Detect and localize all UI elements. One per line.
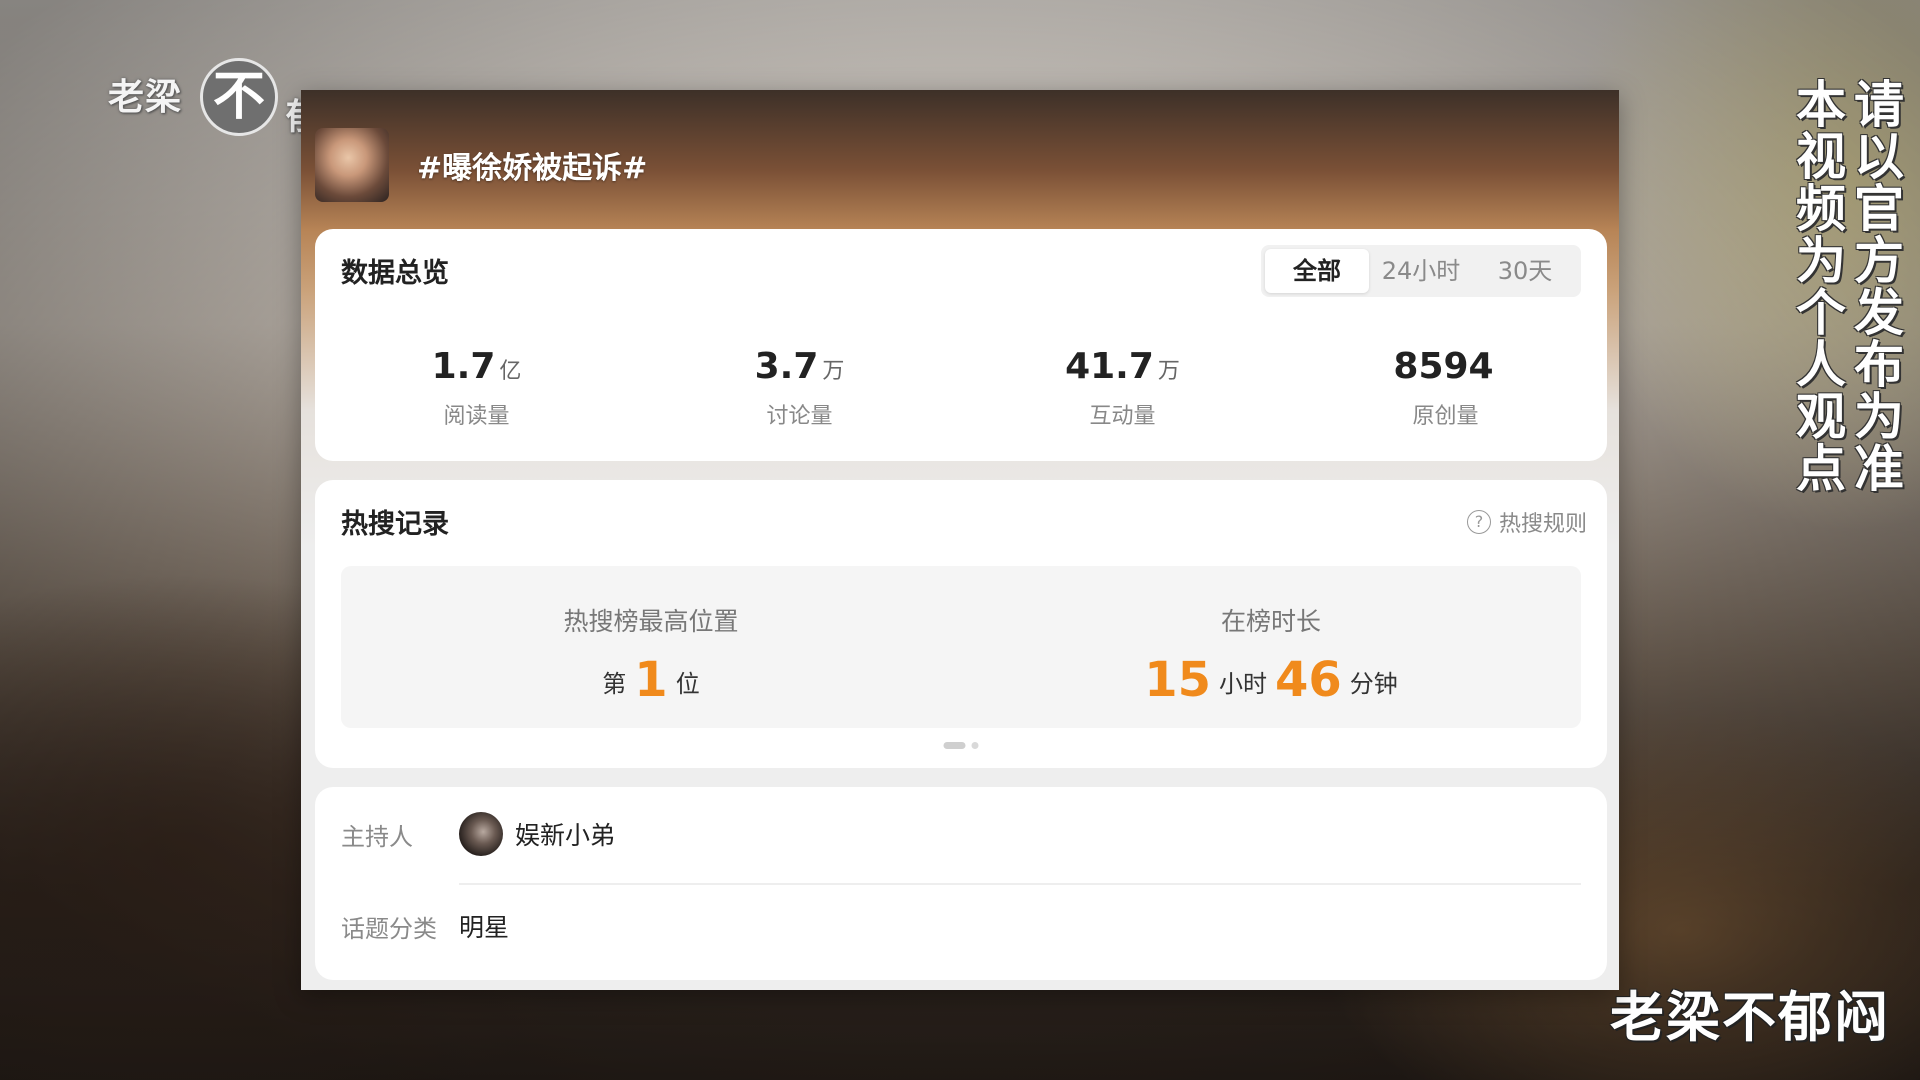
avatar[interactable] <box>459 812 503 856</box>
duration-hours: 15 <box>1144 652 1211 708</box>
divider <box>459 883 1581 885</box>
stat-label: 讨论量 <box>766 404 833 429</box>
host-row: 主持人 娱新小弟 <box>341 809 1581 859</box>
topic-page: #曝徐娇被起诉# 数据总览 全部 24小时 30天 1.7 亿 阅读量 3.7 万 … <box>301 90 1619 990</box>
stat-value: 3.7 <box>754 346 819 387</box>
peak-prefix: 第 <box>602 670 627 698</box>
stat-label: 阅读量 <box>443 404 510 429</box>
peak-rank: 热搜榜最高位置 第1位 <box>341 566 961 728</box>
disclaimer-col-1: 请以官方发布为准 <box>1846 78 1904 494</box>
category-row: 话题分类 明星 <box>341 901 1581 951</box>
on-list-duration: 在榜时长 15 小时 46 分钟 <box>961 566 1581 728</box>
hours-unit: 小时 <box>1219 670 1267 698</box>
stat-label: 互动量 <box>1089 404 1156 429</box>
peak-rank-value: 1 <box>634 652 668 708</box>
stat-originals: 8594 原创量 <box>1284 347 1607 430</box>
stat-interactions: 41.7 万 互动量 <box>961 347 1284 430</box>
tab-all[interactable]: 全部 <box>1265 249 1369 293</box>
stats-row: 1.7 亿 阅读量 3.7 万 讨论量 41.7 万 互动量 8594 原创量 <box>315 347 1607 430</box>
logo-circle-text: 不 <box>212 67 265 127</box>
host-name[interactable]: 娱新小弟 <box>515 816 615 852</box>
host-label: 主持人 <box>341 822 413 851</box>
stat-value: 1.7 <box>431 346 496 387</box>
indicator-active <box>943 742 966 749</box>
tab-30d[interactable]: 30天 <box>1473 249 1577 293</box>
stat-value: 8594 <box>1393 346 1494 387</box>
topic-info-card: 主持人 娱新小弟 话题分类 明星 <box>315 787 1607 980</box>
topic-avatar[interactable] <box>315 128 389 202</box>
stat-value: 41.7 <box>1065 346 1154 387</box>
watermark: 老梁不郁闷 <box>1610 986 1890 1049</box>
category-value: 明星 <box>459 913 510 942</box>
logo-text-left: 老梁 <box>108 77 183 118</box>
hot-search-rules-link[interactable]: ? 热搜规则 <box>1466 506 1587 538</box>
vertical-disclaimer: 请以官方发布为准 本视频为个人观点 <box>1788 78 1904 494</box>
peak-rank-label: 热搜榜最高位置 <box>563 607 739 636</box>
category-label: 话题分类 <box>341 914 437 943</box>
minutes-unit: 分钟 <box>1349 670 1398 698</box>
question-circle-icon: ? <box>1466 510 1491 534</box>
hot-search-card: 热搜记录 ? 热搜规则 热搜榜最高位置 第1位 在榜时长 15 小时 46 分钟 <box>315 480 1607 768</box>
data-overview-card: 数据总览 全部 24小时 30天 1.7 亿 阅读量 3.7 万 讨论量 41.7 万… <box>315 229 1607 461</box>
topic-header: #曝徐娇被起诉# <box>315 128 647 202</box>
stat-unit: 亿 <box>499 359 522 384</box>
stat-reads: 1.7 亿 阅读量 <box>315 347 638 430</box>
duration-label: 在榜时长 <box>1220 607 1321 636</box>
peak-suffix: 位 <box>675 670 700 698</box>
duration-minutes: 46 <box>1275 652 1342 708</box>
hot-search-title: 热搜记录 <box>341 509 449 540</box>
stat-label: 原创量 <box>1412 404 1479 429</box>
tab-24h[interactable]: 24小时 <box>1369 249 1473 293</box>
stat-unit: 万 <box>822 359 845 384</box>
topic-title: #曝徐娇被起诉# <box>417 151 648 186</box>
stat-unit: 万 <box>1157 359 1180 384</box>
overview-title: 数据总览 <box>341 258 449 289</box>
carousel-indicator <box>943 742 979 749</box>
hot-search-record: 热搜榜最高位置 第1位 在榜时长 15 小时 46 分钟 <box>341 566 1581 728</box>
disclaimer-col-2: 本视频为个人观点 <box>1788 78 1846 494</box>
rules-label: 热搜规则 <box>1498 512 1587 537</box>
indicator-dot <box>971 742 979 749</box>
logo-circle: 不 <box>200 58 278 136</box>
time-range-tabs: 全部 24小时 30天 <box>1261 245 1581 297</box>
stat-discussions: 3.7 万 讨论量 <box>638 347 961 430</box>
